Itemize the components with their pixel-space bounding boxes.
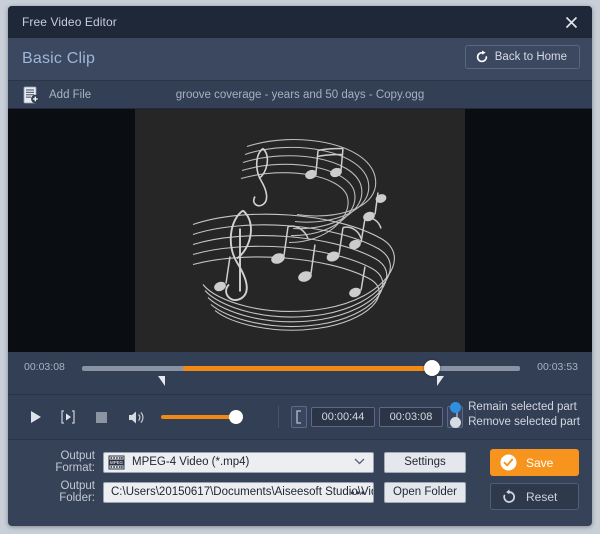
trim-end-marker[interactable] xyxy=(436,376,444,386)
output-folder-input[interactable]: C:\Users\20150617\Documents\Aiseesoft St… xyxy=(103,481,374,503)
stop-button[interactable] xyxy=(90,406,112,428)
file-toolbar: Add File groove coverage - years and 50 … xyxy=(8,81,592,109)
timeline-start-time: 00:03:08 xyxy=(24,361,65,373)
bracket-left-icon xyxy=(296,410,301,424)
snapshot-frame-icon xyxy=(61,410,75,424)
mark-in-button[interactable] xyxy=(291,406,307,428)
output-folder-label: Output Folder: xyxy=(59,480,95,504)
musical-staff-swirl-artwork xyxy=(192,138,395,331)
playback-controls: 00:00:44 00:03:08 Remain selected part R… xyxy=(8,395,592,440)
settings-label: Settings xyxy=(404,456,446,468)
clip-end-input[interactable]: 00:03:08 xyxy=(379,407,443,427)
current-file-name: groove coverage - years and 50 days - Co… xyxy=(175,88,425,101)
radio-label-remain: Remain selected part xyxy=(468,401,577,413)
clip-start-input[interactable]: 00:00:44 xyxy=(311,407,375,427)
open-folder-label: Open Folder xyxy=(393,486,457,498)
reset-arrow-icon xyxy=(503,488,515,503)
browse-folder-button[interactable]: ••• xyxy=(350,487,366,499)
add-file-icon xyxy=(23,86,40,103)
window-title: Free Video Editor xyxy=(22,15,117,29)
clip-range-group: 00:00:44 00:03:08 xyxy=(291,406,463,428)
trim-start-marker[interactable] xyxy=(158,376,166,386)
output-panel: Output Format: MPEG MPEG-4 Video (*.mp4)… xyxy=(8,440,592,512)
timeline-track[interactable] xyxy=(82,360,520,376)
radio-remove-selected-part[interactable]: Remove selected part xyxy=(450,416,580,428)
settings-button[interactable]: Settings xyxy=(384,451,466,473)
page-title: Basic Clip xyxy=(22,50,96,67)
main-window: Free Video Editor Basic Clip Back to Hom… xyxy=(8,6,592,526)
transport-controls xyxy=(24,406,243,428)
app-root: Free Video Editor Basic Clip Back to Hom… xyxy=(0,0,600,534)
add-file-label: Add File xyxy=(49,88,92,101)
add-file-button[interactable]: Add File xyxy=(23,86,91,104)
reset-label: Reset xyxy=(526,489,558,504)
play-button[interactable] xyxy=(24,406,46,428)
stop-icon xyxy=(95,411,107,423)
selection-mode-radios: Remain selected part Remove selected par… xyxy=(450,401,580,428)
titlebar: Free Video Editor xyxy=(8,6,592,38)
output-format-select[interactable]: MPEG MPEG-4 Video (*.mp4) xyxy=(103,451,374,473)
open-folder-button[interactable]: Open Folder xyxy=(384,481,466,503)
play-icon xyxy=(30,411,41,423)
chevron-down-icon xyxy=(354,458,365,464)
controls-divider-1 xyxy=(278,406,279,428)
back-to-home-label: Back to Home xyxy=(494,51,567,63)
back-to-home-button[interactable]: Back to Home xyxy=(464,45,580,69)
radio-remain-selected-part[interactable]: Remain selected part xyxy=(450,401,580,413)
film-strip-mpeg-icon: MPEG xyxy=(108,455,125,469)
timeline-end-time: 00:03:53 xyxy=(537,361,578,373)
volume-slider[interactable] xyxy=(161,410,243,424)
preview-canvas xyxy=(135,109,465,352)
check-circle-icon xyxy=(500,454,517,471)
timeline-selection-fill xyxy=(182,366,433,371)
output-format-value: MPEG-4 Video (*.mp4) xyxy=(132,456,250,468)
close-x-icon xyxy=(565,16,577,28)
output-folder-value: C:\Users\20150617\Documents\Aiseesoft St… xyxy=(111,486,373,498)
frame-snapshot-button[interactable] xyxy=(57,406,79,428)
radio-dot-remove xyxy=(450,416,462,428)
output-format-label: Output Format: xyxy=(55,450,95,474)
volume-button[interactable] xyxy=(126,406,148,428)
radio-dot-remain xyxy=(450,401,462,413)
reset-button[interactable]: Reset xyxy=(490,483,579,510)
volume-slider-knob[interactable] xyxy=(229,410,243,424)
radio-label-remove: Remove selected part xyxy=(468,416,580,428)
save-label: Save xyxy=(526,455,554,470)
volume-icon xyxy=(129,411,144,423)
timeline-bar: 00:03:08 00:03:53 xyxy=(8,352,592,395)
video-preview[interactable] xyxy=(8,109,592,352)
timeline-playhead[interactable] xyxy=(424,360,441,376)
refresh-arrow-icon xyxy=(476,50,487,63)
page-header: Basic Clip Back to Home xyxy=(8,38,592,81)
svg-text:MPEG: MPEG xyxy=(110,460,124,465)
close-button[interactable] xyxy=(560,12,582,32)
save-button[interactable]: Save xyxy=(490,449,579,476)
